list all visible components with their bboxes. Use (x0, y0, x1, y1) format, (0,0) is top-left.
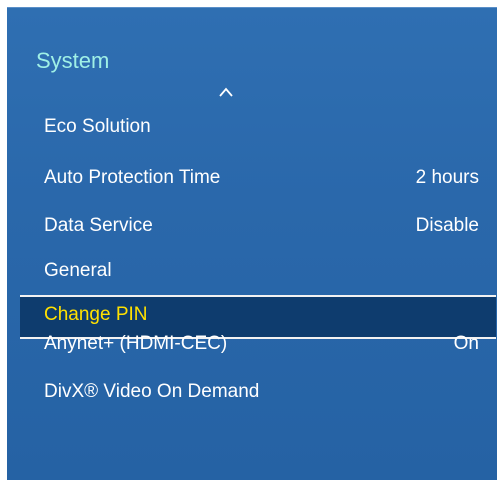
menu-item-label: Anynet+ (HDMI-CEC) (44, 333, 228, 354)
menu-item-divx-vod[interactable]: DivX® Video On Demand (20, 372, 496, 412)
menu-item-general[interactable]: General (20, 251, 496, 291)
menu-item-anynet[interactable]: Anynet+ (HDMI-CEC) On (20, 324, 496, 364)
menu-item-value: 2 hours (415, 167, 479, 188)
menu-item-data-service[interactable]: Data Service Disable (20, 206, 496, 246)
chevron-up-icon[interactable] (219, 87, 233, 97)
menu-item-label: Auto Protection Time (44, 167, 221, 188)
screen-frame: System Eco Solution Auto Protection Time… (0, 0, 504, 480)
system-menu-panel: System Eco Solution Auto Protection Time… (7, 7, 497, 480)
menu-item-eco-solution[interactable]: Eco Solution (20, 107, 496, 147)
menu-item-label: Data Service (44, 215, 153, 236)
menu-item-value: Disable (415, 215, 479, 236)
menu-item-auto-protection-time[interactable]: Auto Protection Time 2 hours (20, 158, 496, 198)
menu-item-value: On (453, 333, 479, 354)
menu-title: System (36, 48, 110, 73)
menu-item-label: General (44, 260, 112, 281)
menu-item-label: Eco Solution (44, 116, 151, 137)
menu-item-label: DivX® Video On Demand (44, 381, 260, 402)
